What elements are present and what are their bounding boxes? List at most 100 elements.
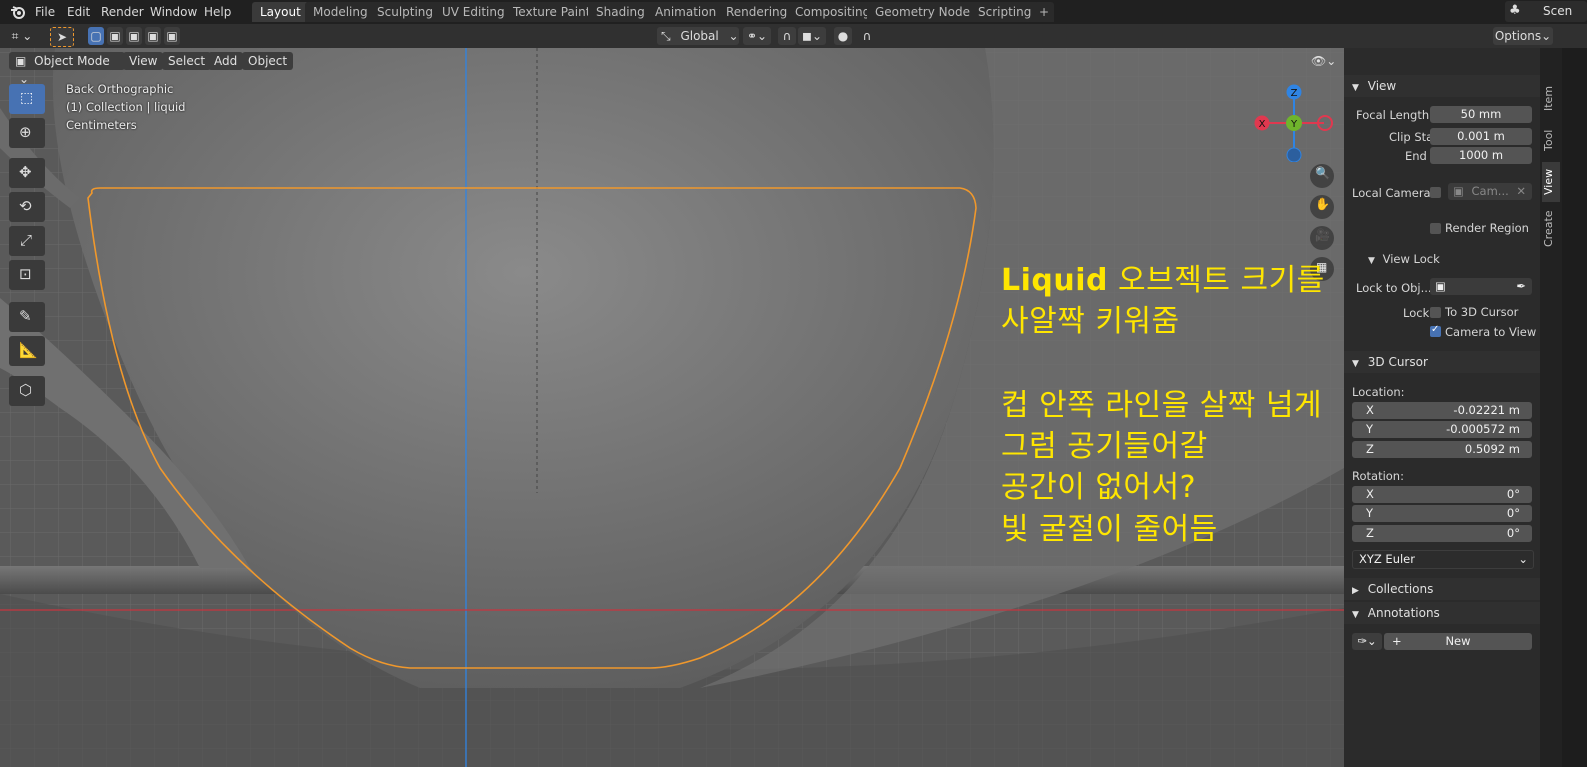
local-camera-checkbox[interactable] — [1430, 187, 1441, 198]
annotation-type-dropdown[interactable]: ✑⌄ — [1352, 633, 1382, 650]
tab-layout[interactable]: Layout — [252, 2, 309, 22]
local-camera-field[interactable]: ▣ Cam... ✕ — [1448, 183, 1532, 200]
tab-compositing[interactable]: Compositing — [787, 2, 879, 22]
tool-cursor[interactable]: ⊕ — [9, 118, 45, 148]
collections-panel-header[interactable]: ▶ Collections — [1344, 578, 1540, 600]
clip-start-field[interactable]: 0.001 m — [1430, 128, 1532, 145]
eyedropper-icon[interactable]: ✒ — [1516, 278, 1526, 295]
tab-animation[interactable]: Animation — [647, 2, 725, 22]
chevron-down-icon: ⌄ — [728, 29, 739, 43]
focal-length-field[interactable]: 50 mm — [1430, 106, 1532, 123]
snap-toggle[interactable]: ∩ — [778, 27, 796, 45]
tab-geometry-nodes[interactable]: Geometry Nodes — [867, 2, 985, 22]
viewport-menu-object[interactable]: Object — [242, 52, 294, 70]
snap-target-dropdown[interactable]: ◼⌄ — [798, 27, 826, 45]
scene-icon: ♣ — [1509, 3, 1521, 18]
blender-logo-icon[interactable] — [10, 4, 26, 20]
tool-add-cube[interactable]: ⬡ — [9, 376, 45, 406]
annotations-panel-header[interactable]: ▼ Annotations — [1344, 602, 1540, 624]
clear-icon[interactable]: ✕ — [1516, 183, 1526, 200]
cursor-location-y-field[interactable]: Y -0.000572 m — [1352, 421, 1532, 438]
3d-viewport[interactable]: ▣ Object Mode ⌄ View Select Add Object 👁… — [0, 48, 1344, 767]
add-workspace-button[interactable]: + — [1034, 2, 1055, 22]
pivot-point-dropdown[interactable]: ⚭⌄ — [743, 27, 771, 45]
menu-file[interactable]: File — [35, 3, 55, 21]
tool-scale[interactable]: ⤢ — [9, 226, 45, 256]
x-axis-label: X — [1366, 487, 1374, 501]
options-dropdown[interactable]: Options⌄ — [1493, 27, 1553, 45]
menu-window[interactable]: Window — [150, 3, 197, 21]
visibility-dropdown[interactable]: 👁⌄ — [1308, 52, 1339, 70]
menu-edit[interactable]: Edit — [67, 3, 90, 21]
chevron-down-icon: ▼ — [1352, 610, 1359, 620]
camera-view-button[interactable]: 🎥 — [1310, 226, 1334, 250]
navigation-gizmo[interactable]: Z X Y — [1252, 82, 1338, 162]
tab-modeling[interactable]: Modeling — [305, 2, 376, 22]
menu-help[interactable]: Help — [204, 3, 231, 21]
lock-label: Lock — [1403, 306, 1430, 320]
cursor-rotation-x-field[interactable]: X 0° — [1352, 486, 1532, 503]
view-lock-header[interactable]: ▼ View Lock — [1368, 252, 1440, 266]
tool-move[interactable]: ✥ — [9, 158, 45, 188]
tab-rendering[interactable]: Rendering — [718, 2, 796, 22]
tool-transform[interactable]: ⊡ — [9, 260, 45, 290]
editor-type-button[interactable]: ⌗ ⌄ — [6, 27, 38, 45]
note-line-6: 빛 굴절이 줄어듬 — [1001, 512, 1218, 547]
viewport-menu-view[interactable]: View — [123, 52, 164, 70]
tool-select-box[interactable]: ⬚ — [9, 84, 45, 114]
select-mode-intersect-button[interactable]: ▣ — [164, 27, 180, 45]
camera-to-view-checkbox[interactable]: ✓ — [1430, 324, 1441, 337]
render-region-checkbox[interactable] — [1430, 223, 1441, 234]
tool-measure[interactable]: 📐 — [9, 336, 45, 366]
3d-cursor-panel-title: 3D Cursor — [1367, 355, 1428, 369]
cursor-rotation-y-value: 0° — [1506, 506, 1520, 520]
tab-view[interactable]: View — [1542, 162, 1560, 202]
tool-rotate[interactable]: ⟲ — [9, 192, 45, 222]
location-label: Location: — [1352, 385, 1405, 399]
pan-button[interactable]: ✋ — [1310, 195, 1334, 219]
object-mode-dropdown[interactable]: ▣ Object Mode ⌄ — [9, 52, 125, 86]
menu-render[interactable]: Render — [101, 3, 144, 21]
collection-label: (1) Collection | liquid — [66, 100, 186, 114]
tab-scripting[interactable]: Scripting — [970, 2, 1040, 22]
transform-orientation-dropdown[interactable]: ⤡ Global ⌄ — [657, 27, 739, 45]
units-label: Centimeters — [66, 118, 137, 132]
cursor-rotation-y-field[interactable]: Y 0° — [1352, 505, 1532, 522]
move-icon: ✥ — [19, 163, 32, 181]
viewport-menu-add[interactable]: Add — [208, 52, 244, 70]
tab-shading[interactable]: Shading — [588, 2, 653, 22]
tab-texture-paint[interactable]: Texture Paint — [505, 2, 599, 22]
new-button-label: New — [1445, 634, 1471, 648]
tab-sculpting[interactable]: Sculpting — [369, 2, 442, 22]
clip-end-field[interactable]: 1000 m — [1430, 147, 1532, 164]
camera-icon: 🎥 — [1315, 228, 1330, 242]
new-annotation-button[interactable]: + New — [1384, 633, 1532, 650]
scene-selector[interactable]: ♣ Scen — [1505, 1, 1587, 22]
rotation-mode-dropdown[interactable]: XYZ Euler ⌄ — [1352, 550, 1534, 569]
cursor-rotation-z-field[interactable]: Z 0° — [1352, 525, 1532, 542]
cursor-location-z-field[interactable]: Z 0.5092 m — [1352, 441, 1532, 458]
hand-icon: ✋ — [1315, 197, 1330, 211]
tab-item[interactable]: Item — [1542, 78, 1560, 118]
cursor-location-x-field[interactable]: X -0.02221 m — [1352, 402, 1532, 419]
tool-annotate[interactable]: ✎ — [9, 302, 45, 332]
lock-to-3d-cursor-checkbox[interactable] — [1430, 307, 1441, 318]
select-tool-button[interactable]: ➤ — [50, 27, 74, 47]
zoom-button[interactable]: 🔍 — [1310, 164, 1334, 188]
lock-to-object-field[interactable]: ▣ ✒ — [1430, 278, 1532, 295]
view-panel-header[interactable]: ▼ View — [1344, 75, 1540, 97]
select-mode-subtract-button[interactable]: ▣ — [126, 27, 142, 45]
3d-cursor-panel-header[interactable]: ▼ 3D Cursor — [1344, 351, 1540, 373]
proportional-editing-toggle[interactable]: ● — [834, 27, 852, 45]
select-mode-invert-button[interactable]: ▣ — [145, 27, 161, 45]
tab-uv-editing[interactable]: UV Editing — [434, 2, 513, 22]
tab-tool[interactable]: Tool — [1542, 122, 1560, 158]
tab-create[interactable]: Create — [1542, 206, 1560, 252]
collections-panel-title: Collections — [1367, 582, 1434, 596]
view-name-label: Back Orthographic — [66, 82, 174, 96]
viewport-menu-select[interactable]: Select — [162, 52, 212, 70]
gizmo-x-label: X — [1259, 119, 1266, 130]
proportional-falloff-dropdown[interactable]: ∩ — [854, 27, 880, 45]
select-mode-new-button[interactable]: ▢ — [88, 27, 104, 45]
select-mode-extend-button[interactable]: ▣ — [107, 27, 123, 45]
